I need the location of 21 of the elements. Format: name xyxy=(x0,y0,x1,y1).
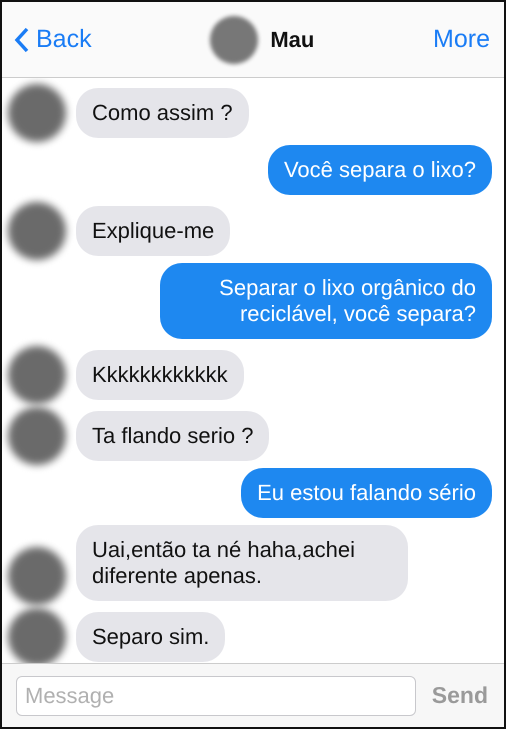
incoming-message: Uai,então ta né haha,achei diferente apenas. xyxy=(76,525,408,601)
contact-name: Mau xyxy=(270,26,314,52)
avatar-icon xyxy=(8,346,66,404)
incoming-message: Kkkkkkkkkkkk xyxy=(76,350,244,400)
incoming-message: Como assim ? xyxy=(76,88,249,138)
incoming-message: Ta flando serio ? xyxy=(76,411,270,461)
avatar-icon xyxy=(8,547,66,605)
avatar-icon xyxy=(8,608,66,663)
avatar-icon xyxy=(8,84,66,142)
avatar-icon xyxy=(8,202,66,260)
outgoing-message: Separar o lixo orgânico do reciclável, você separa? xyxy=(160,263,492,339)
incoming-message: Explique-me xyxy=(76,206,230,256)
back-button[interactable]: Back xyxy=(14,25,92,54)
outgoing-message: Você separa o lixo? xyxy=(268,145,492,195)
message-field[interactable]: Message xyxy=(16,676,416,716)
outgoing-message: Eu estou falando sério xyxy=(241,468,492,518)
avatar-icon xyxy=(8,407,66,465)
avatar-icon xyxy=(210,16,258,64)
chevron-left-icon xyxy=(14,26,30,52)
more-button[interactable]: More xyxy=(433,25,490,54)
incoming-message: Separo sim. xyxy=(76,612,226,662)
